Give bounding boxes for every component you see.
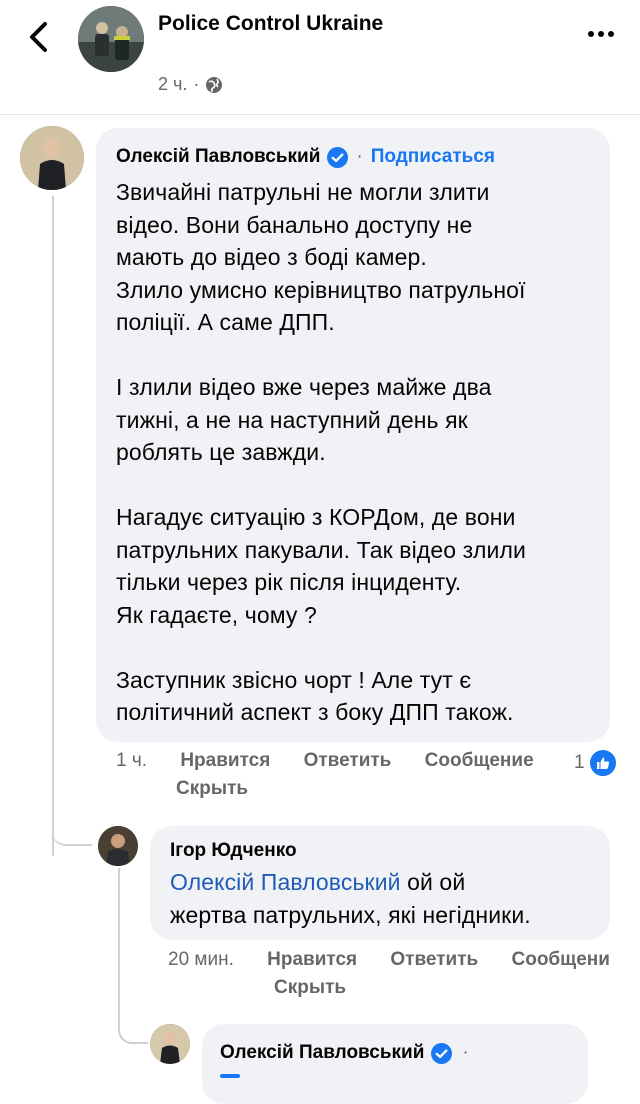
chevron-left-icon — [30, 22, 47, 52]
follow-button-partial[interactable] — [220, 1074, 240, 1078]
comment-author[interactable]: Олексій Павловський — [116, 146, 320, 168]
thread-line-main — [52, 196, 54, 856]
reply-button[interactable]: Ответить — [390, 949, 478, 971]
reaction-count-value: 1 — [574, 752, 585, 773]
avatar[interactable] — [98, 826, 138, 866]
header-divider — [0, 114, 640, 115]
thumbs-up-icon — [587, 748, 618, 778]
hide-button[interactable]: Скрыть — [176, 778, 248, 800]
comment-header: Олексій Павловський · Подписаться — [116, 146, 495, 168]
page-title[interactable]: Police Control Ukraine — [158, 12, 383, 36]
comment-text: Олексій Павловський ой ой жертва патруль… — [170, 866, 606, 931]
thread-connector-reply-1 — [52, 810, 92, 846]
follow-separator: · — [356, 146, 363, 167]
comment-bubble: Ігор Юдченко Олексій Павловський ой ой ж… — [150, 826, 610, 940]
globe-icon — [206, 76, 223, 93]
page-avatar[interactable] — [78, 6, 144, 72]
comment-author[interactable]: Олексій Павловський — [220, 1042, 424, 1064]
avatar-image — [20, 126, 84, 190]
hide-button[interactable]: Скрыть — [274, 977, 346, 999]
page-avatar-image — [78, 6, 144, 72]
thread-line-reply — [118, 868, 120, 1018]
avatar-image — [150, 1024, 190, 1064]
message-button[interactable]: Сообщени — [512, 949, 610, 971]
comment-author[interactable]: Ігор Юдченко — [170, 840, 297, 862]
comment-bubble: Олексій Павловський · Подписаться Звичай… — [96, 128, 610, 742]
like-button[interactable]: Нравится — [267, 949, 357, 971]
thread-connector-reply-2 — [118, 1000, 148, 1044]
back-button[interactable] — [24, 18, 56, 56]
message-button[interactable]: Сообщение — [425, 750, 534, 772]
comment-text-line1: ой ой — [400, 869, 466, 895]
avatar[interactable] — [150, 1024, 190, 1064]
post-time[interactable]: 2 ч. — [158, 74, 187, 95]
comment-actions: 20 мин. Нравится Ответить Сообщени — [168, 949, 610, 971]
follow-separator: · — [462, 1042, 469, 1063]
avatar-image — [98, 826, 138, 866]
comment-time[interactable]: 20 мин. — [168, 949, 234, 971]
comment-text-line2: жертва патрульних, які негідники. — [170, 901, 531, 928]
more-horizontal-icon — [588, 31, 614, 37]
verified-badge-icon — [431, 1042, 453, 1064]
comment-header: Олексій Павловський · — [220, 1042, 469, 1064]
follow-button[interactable]: Подписаться — [371, 146, 495, 168]
comment-bubble: Олексій Павловський · — [202, 1024, 588, 1104]
avatar[interactable] — [20, 126, 84, 190]
like-button[interactable]: Нравится — [180, 750, 270, 772]
reply-button[interactable]: Ответить — [304, 750, 392, 772]
reaction-count[interactable]: 1 — [574, 748, 618, 778]
verified-badge-icon — [327, 146, 349, 168]
comment-text: Звичайні патрульні не могли злити відео.… — [116, 179, 526, 725]
comment-time[interactable]: 1 ч. — [116, 750, 147, 772]
more-options-button[interactable] — [586, 24, 616, 44]
post-meta: 2 ч. · — [158, 74, 223, 95]
meta-separator: · — [193, 74, 200, 94]
mention-link[interactable]: Олексій Павловський — [170, 869, 401, 895]
comment-actions: 1 ч. Нравится Ответить Сообщение — [116, 750, 534, 772]
